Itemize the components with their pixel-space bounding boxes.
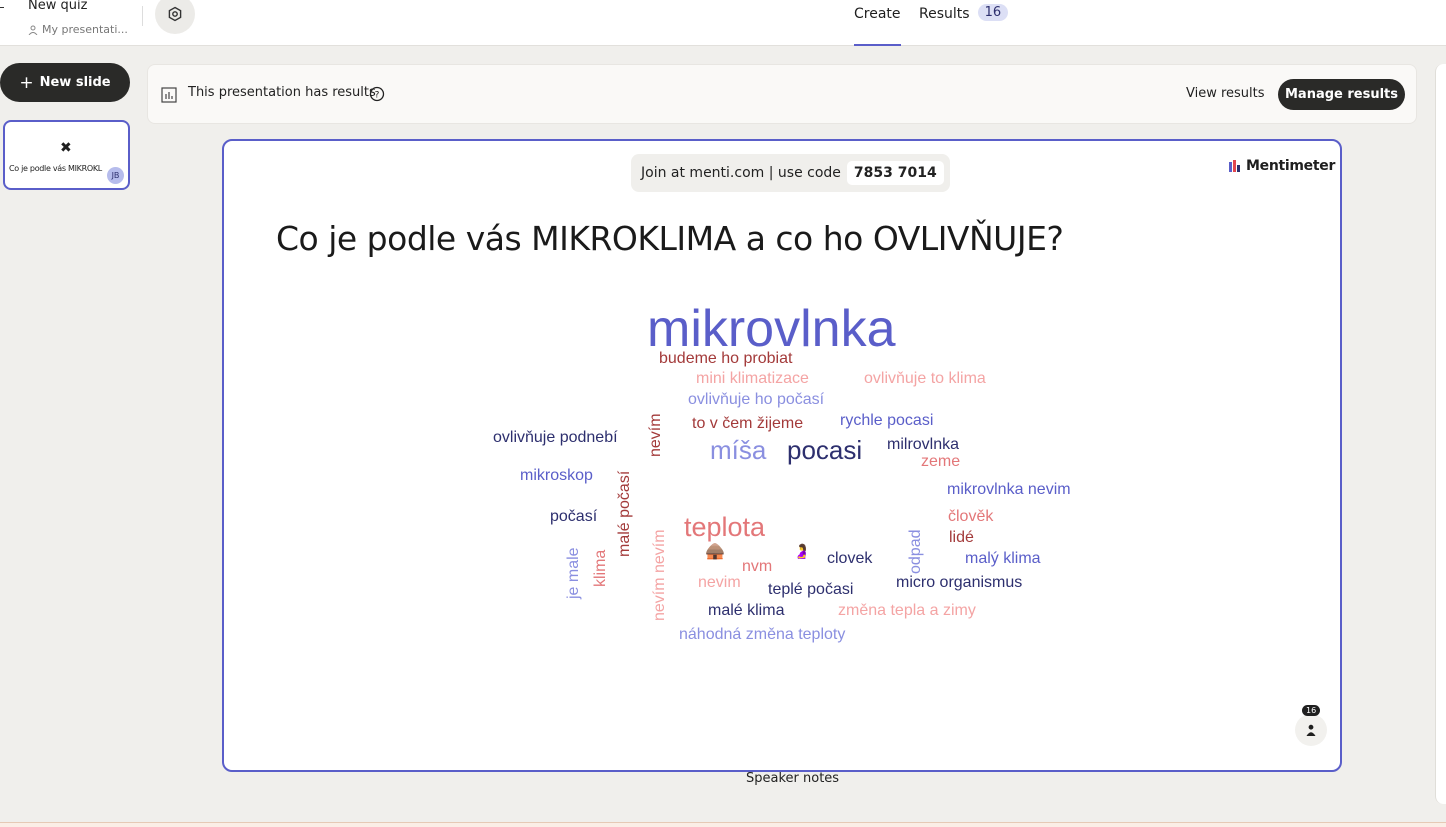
top-bar: New quiz My presentati... Create Results… [0,0,1446,46]
word-cloud-word: 🛖 [705,543,725,560]
active-tab-indicator [854,44,901,46]
word-cloud-word: míša [710,435,767,465]
results-banner: This presentation has results ? View res… [147,64,1417,124]
word-cloud-word: rychle pocasi [840,412,934,429]
settings-button[interactable] [155,0,195,34]
word-cloud-word: teplota [684,512,766,542]
user-icon [28,25,38,35]
new-slide-label: New slide [39,75,111,90]
wordcloud-type-icon: ✖ [60,140,72,156]
word-cloud-word: 🤰 [793,543,811,559]
folder-label: My presentati... [42,23,128,36]
word-cloud-word: to v čem žijeme [692,415,804,432]
word-cloud-word: mikrovlnka [647,300,896,358]
word-cloud-word: je male [565,547,582,599]
back-icon[interactable] [0,7,4,8]
word-cloud-word: clovek [827,550,873,567]
word-cloud: mikrovlnka teplota míša pocasi budeme ho pro… [224,141,1340,770]
thumbnail-title: Co je podle vás MIKROKL [9,164,102,173]
help-icon[interactable]: ? [369,86,385,102]
word-cloud-word: milrovlnka [887,436,960,453]
word-cloud-word: mini klimatizace [696,370,809,387]
bar-chart-icon [161,87,177,103]
quiz-title[interactable]: New quiz [28,0,87,13]
word-cloud-word: malé klima [708,602,785,619]
word-cloud-word: nvm [742,558,773,575]
word-cloud-word: teplé počasi [768,581,854,598]
word-cloud-word: změna tepla a zimy [838,602,976,619]
word-cloud-word: člověk [948,508,994,525]
word-cloud-word: odpad [907,529,924,575]
tab-results[interactable]: Results 16 [919,4,1009,46]
participants-indicator[interactable]: 16 [1295,705,1327,746]
view-results-link[interactable]: View results [1186,86,1265,101]
word-cloud-word: klima [592,549,609,587]
word-cloud-word: micro organismus [896,574,1023,591]
word-cloud-word: pocasi [787,435,863,465]
folder-link[interactable]: My presentati... [28,23,128,36]
right-panel-edge [1435,64,1446,804]
tab-create[interactable]: Create [854,6,901,46]
speaker-notes-label[interactable]: Speaker notes [746,771,839,786]
word-cloud-word: ovlivňuje podnebí [493,429,618,446]
word-cloud-word: ovlivňuje ho počasí [688,391,825,408]
avatar: JB [107,167,124,184]
word-cloud-word: zeme [921,453,961,470]
word-cloud-word: mikroskop [520,467,593,484]
word-cloud-word: malé počasí [616,470,633,557]
results-count-badge: 16 [977,4,1009,21]
results-message: This presentation has results [188,85,376,100]
new-slide-button[interactable]: + New slide [0,63,130,102]
word-cloud-word: počasí [550,508,598,525]
word-cloud-word: ovlivňuje to klima [864,370,986,387]
participants-count: 16 [1302,705,1321,716]
manage-results-button[interactable]: Manage results [1278,79,1405,110]
word-cloud-word: budeme ho probiat [659,350,793,367]
word-cloud-word: nevím [647,413,664,457]
tab-create-label: Create [854,6,901,22]
settings-icon [168,6,182,22]
bottom-strip [0,822,1446,827]
slide-thumbnail[interactable]: ✖ Co je podle vás MIKROKL JB [3,120,130,190]
tab-results-label: Results [919,6,970,22]
word-cloud-word: mikrovlnka nevim [947,481,1071,498]
word-cloud-word: nevím nevím [651,529,668,621]
divider [142,6,143,26]
word-cloud-word: nevim [698,574,741,591]
slide-canvas[interactable]: Join at menti.com | use code 7853 7014 M… [222,139,1342,772]
word-cloud-word: náhodná změna teploty [679,626,846,643]
svg-text:?: ? [375,91,380,101]
person-icon [1306,724,1316,736]
word-cloud-word: malý klima [965,550,1041,567]
plus-icon: + [19,72,34,93]
word-cloud-word: lidé [949,529,974,546]
